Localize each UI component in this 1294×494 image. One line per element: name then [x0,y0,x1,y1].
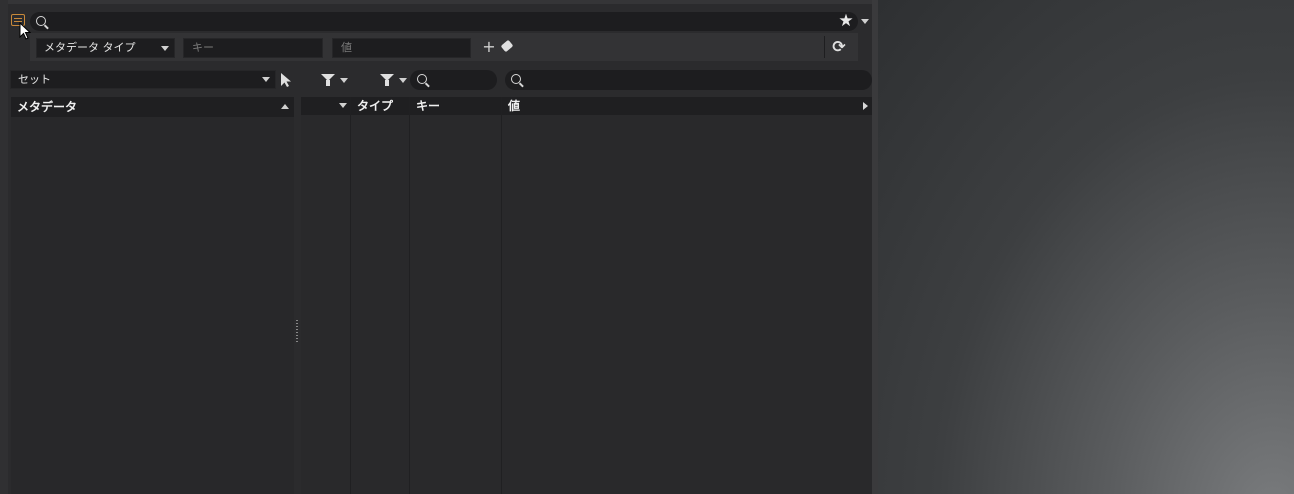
column-header-label: キー [416,99,441,113]
metadata-list-header-label: メタデータ [17,100,78,114]
panel-right-border [872,0,878,494]
metadata-type-dropdown[interactable]: メタデータ タイプ [36,38,175,58]
panel-left-border [0,0,8,494]
value-field-placeholder: 値 [341,41,352,54]
chevron-right-icon[interactable] [863,102,868,110]
pointer-icon[interactable] [280,72,292,88]
filter-search-field[interactable] [410,70,497,90]
metadata-type-label: メタデータ タイプ [44,41,136,54]
column-header-key[interactable]: キー [410,97,501,115]
metadata-list[interactable] [11,117,294,494]
panel-top-border [0,0,878,4]
search-icon [511,74,521,84]
filter-chevron-down-icon[interactable] [340,78,348,83]
set-dropdown-label: セット [18,73,51,86]
chevron-down-icon [262,77,270,82]
key-field-placeholder: キー [192,41,214,54]
desktop-background [878,0,1294,494]
refresh-icon: ⟳ [832,37,846,56]
key-field[interactable]: キー [183,38,323,58]
column-divider [350,97,351,494]
column-header-value[interactable]: 値 [502,97,872,115]
metadata-table-body[interactable] [301,115,872,494]
column-header-label: タイプ [357,99,394,113]
chevron-down-icon [161,46,169,51]
filter-icon[interactable] [321,74,335,86]
set-dropdown[interactable]: セット [10,70,276,89]
refresh-button[interactable]: ⟳ [824,36,852,58]
mouse-cursor-icon [19,22,31,40]
splitter-handle[interactable] [296,320,298,344]
chevron-down-icon [339,103,347,108]
sort-ascending-icon [281,104,289,109]
column-header-label: 値 [508,99,521,113]
search-icon [36,16,46,26]
filter-icon[interactable] [380,74,394,86]
metadata-panel: ★ メタデータ タイプ キー 値 + ⟳ セット メタデータ タイプ キー 値 [0,0,878,494]
column-divider [409,97,410,494]
star-icon[interactable]: ★ [836,11,856,31]
column-header-type[interactable]: タイプ [351,97,409,115]
plus-icon[interactable]: + [482,38,496,56]
global-search-bar[interactable] [30,12,858,31]
filter-chevron-down-icon[interactable] [399,78,407,83]
favorites-dropdown-chevron-down-icon[interactable] [861,19,869,24]
table-search-field[interactable] [505,70,872,90]
column-divider [501,97,502,494]
value-field[interactable]: 値 [332,38,471,58]
column-header-options[interactable] [301,97,350,115]
search-icon [417,74,427,84]
metadata-list-header[interactable]: メタデータ [11,97,294,117]
